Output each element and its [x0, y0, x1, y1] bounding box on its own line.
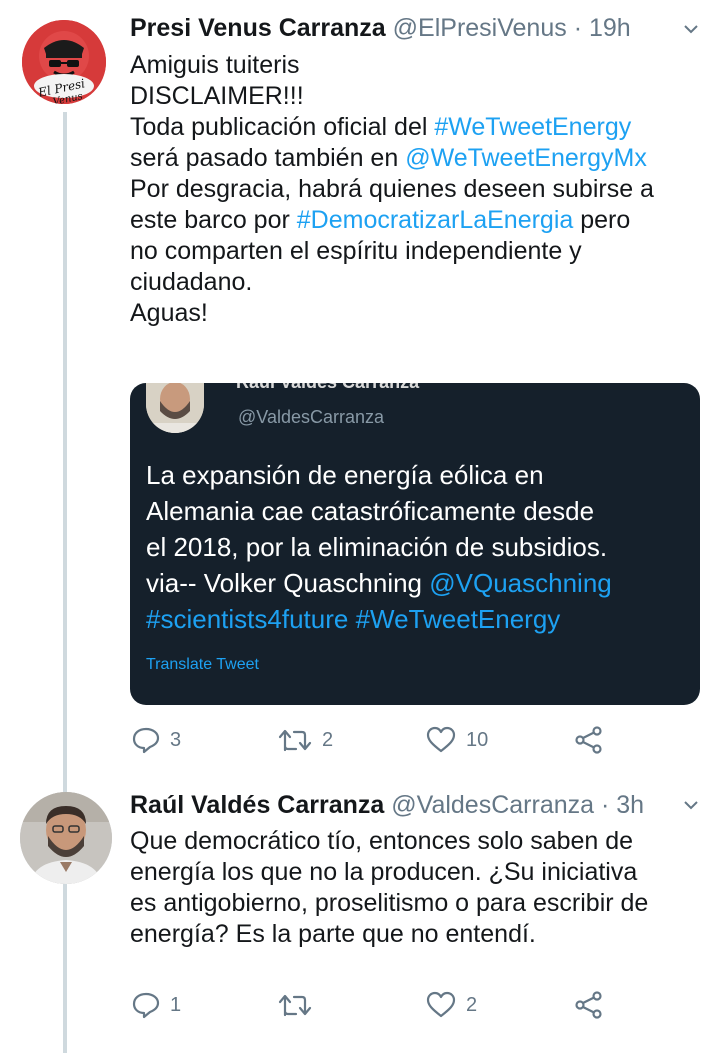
- timestamp[interactable]: 19h: [589, 14, 631, 42]
- embedded-text-segment: via-- Volker Quaschning: [146, 568, 430, 598]
- tweet-text-segment: Por desgracia, habrá quienes deseen subi…: [130, 175, 654, 203]
- like-count: 2: [466, 993, 478, 1016]
- author-name[interactable]: Raúl Valdés Carranza: [130, 791, 384, 819]
- embedded-text-line: Alemania cae catastróficamente desde: [146, 496, 595, 526]
- tweet-text-line: Que democrático tío, entonces solo saben…: [130, 827, 634, 855]
- tweet-text-line: Aguas!: [130, 298, 700, 329]
- tweet-text-segment: Aguas!: [130, 299, 208, 327]
- author-name[interactable]: Presi Venus Carranza: [130, 14, 386, 42]
- avatar[interactable]: El Presi Venus: [22, 20, 106, 104]
- embedded-author-name: Raúl Valdés Carranza: [236, 383, 419, 393]
- tweet-text-segment: no comparten el espíritu independiente y: [130, 237, 582, 265]
- chevron-down-icon[interactable]: [684, 22, 698, 36]
- raul-avatar-photo: [20, 792, 112, 884]
- tweet-text-line: ciudadano.: [130, 267, 700, 298]
- tweet-text-line: Toda publicación oficial del #WeTweetEne…: [130, 112, 700, 143]
- tweet-actions: 3 2 10: [132, 725, 632, 755]
- separator-dot: ·: [601, 791, 610, 819]
- reply-button[interactable]: 3: [132, 725, 181, 755]
- retweet-icon: [278, 994, 312, 1017]
- tweet-text-segment: Toda publicación oficial del: [130, 113, 435, 141]
- author-handle[interactable]: @ValdesCarranza: [391, 791, 594, 819]
- like-button[interactable]: 2: [426, 990, 477, 1020]
- avatar[interactable]: [20, 792, 112, 884]
- hashtag-link: #scientists4future: [146, 604, 349, 634]
- retweet-count: 2: [322, 728, 334, 751]
- tweet-text-line: Por desgracia, habrá quienes deseen subi…: [130, 174, 700, 205]
- tweet-text-segment: pero: [573, 206, 631, 234]
- thread-line: [63, 112, 67, 1053]
- reply-icon: [132, 727, 160, 754]
- retweet-button[interactable]: 2: [278, 725, 333, 755]
- tweet-text-line: DISCLAIMER!!!: [130, 81, 700, 112]
- tweet-text-segment: ciudadano.: [130, 268, 253, 296]
- share-button[interactable]: [574, 990, 604, 1020]
- timestamp[interactable]: 3h: [616, 791, 644, 819]
- retweet-button[interactable]: [278, 990, 322, 1020]
- tweet-text-line: es antigobierno, proselitismo o para esc…: [130, 889, 649, 917]
- tweet-text-segment: será pasado también en: [130, 144, 406, 172]
- tweet-text-line: energía? Es la parte que no entendí.: [130, 920, 536, 948]
- like-button[interactable]: 10: [426, 725, 488, 755]
- like-count: 10: [466, 728, 489, 751]
- embedded-text-line: La expansión de energía eólica en: [146, 460, 544, 490]
- hashtag-link[interactable]: #WeTweetEnergy: [434, 113, 631, 141]
- tweet-text-segment: Amiguis tuiteris: [130, 51, 300, 79]
- tweet-header: Presi Venus Carranza @ElPresiVenus · 19h: [130, 13, 631, 43]
- reply-count: 3: [170, 728, 182, 751]
- tweet-text-segment: este barco por: [130, 206, 297, 234]
- embedded-text-line: via-- Volker Quaschning @VQuaschning: [146, 565, 686, 601]
- embedded-tweet-text: La expansión de energía eólica en Aleman…: [146, 457, 686, 637]
- share-button[interactable]: [574, 725, 604, 755]
- hashtag-link: #WeTweetEnergy: [355, 604, 561, 634]
- chevron-down-icon[interactable]: [684, 798, 698, 812]
- reply-count: 1: [170, 993, 182, 1016]
- tweet-text: Que democrático tío, entonces solo saben…: [130, 826, 700, 950]
- translate-tweet-link: Translate Tweet: [146, 656, 259, 673]
- embedded-tweet-image[interactable]: Raúl Valdés Carranza @ValdesCarranza La …: [130, 383, 700, 705]
- tweet-text-segment: DISCLAIMER!!!: [130, 82, 304, 110]
- embedded-text-line: el 2018, por la eliminación de subsidios…: [146, 532, 608, 562]
- tweet-actions: 1 2: [132, 990, 632, 1020]
- avatar: [146, 383, 204, 433]
- embedded-author-handle: @ValdesCarranza: [238, 407, 385, 427]
- heart-icon: [426, 726, 456, 753]
- retweet-icon: [278, 729, 312, 752]
- mention-link: @VQuaschning: [429, 568, 612, 598]
- reply-icon: [132, 992, 160, 1019]
- separator-dot: ·: [573, 14, 583, 42]
- embedded-text-line: #scientists4future #WeTweetEnergy: [146, 601, 686, 637]
- mention-link[interactable]: @WeTweetEnergyMx: [405, 144, 647, 172]
- tweet-text-line: no comparten el espíritu independiente y: [130, 236, 700, 267]
- tweet-text-line: energía los que no la producen. ¿Su inic…: [130, 858, 638, 886]
- heart-icon: [426, 991, 456, 1018]
- share-icon: [575, 726, 602, 754]
- presi-venus-avatar-logo: El Presi Venus: [22, 20, 106, 104]
- author-handle[interactable]: @ElPresiVenus: [393, 14, 567, 42]
- tweet-header: Raúl Valdés Carranza @ValdesCarranza · 3…: [130, 790, 644, 820]
- tweet-text-line: este barco por #DemocratizarLaEnergia pe…: [130, 205, 700, 236]
- reply-button[interactable]: 1: [132, 990, 181, 1020]
- tweet-text: Amiguis tuiteris DISCLAIMER!!! Toda public…: [130, 50, 700, 329]
- tweet-text-line: será pasado también en @WeTweetEnergyMx: [130, 143, 700, 174]
- hashtag-link[interactable]: #DemocratizarLaEnergia: [297, 206, 574, 234]
- share-icon: [575, 991, 602, 1019]
- tweet-text-line: Amiguis tuiteris: [130, 50, 700, 81]
